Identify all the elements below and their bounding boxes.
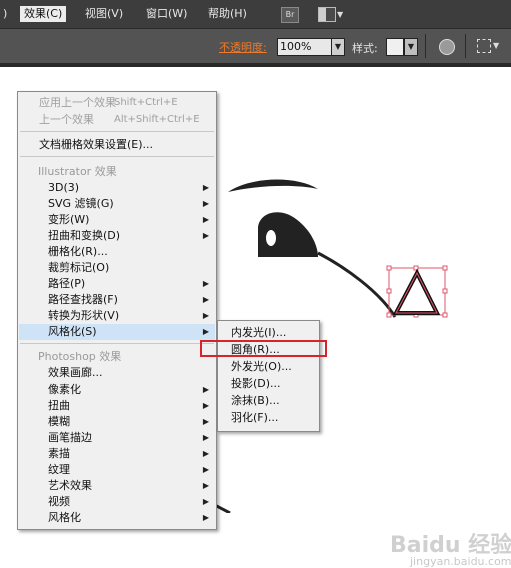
selection-handle <box>442 312 448 318</box>
menu-item-stylize-photoshop[interactable]: 风格化 ▶ <box>19 510 215 526</box>
menu-item-blur[interactable]: 模糊 ▶ <box>19 414 215 430</box>
menu-item-texture[interactable]: 纹理 ▶ <box>19 462 215 478</box>
eyebrow-shape <box>228 179 318 192</box>
submenu-arrow-icon: ▶ <box>202 417 209 426</box>
opacity-input[interactable]: 100% <box>277 38 333 56</box>
menu-item-sketch[interactable]: 素描 ▶ <box>19 446 215 462</box>
menu-item-pixelate[interactable]: 像素化 ▶ <box>19 382 215 398</box>
menu-item-brush-strokes[interactable]: 画笔描边 ▶ <box>19 430 215 446</box>
submenu-arrow-icon: ▶ <box>202 497 209 506</box>
menu-item-warp[interactable]: 变形(W) ▶ <box>19 212 215 228</box>
menu-item-video[interactable]: 视频 ▶ <box>19 494 215 510</box>
menu-help[interactable]: 帮助(H) <box>208 6 247 22</box>
shortcut-text: Alt+Shift+Ctrl+E <box>114 114 200 125</box>
submenu-arrow-icon: ▶ <box>202 215 209 224</box>
submenu-arrow-icon: ▶ <box>202 327 209 336</box>
menu-item-pathfinder[interactable]: 路径查找器(F) ▶ <box>19 292 215 308</box>
submenu-arrow-icon: ▶ <box>202 433 209 442</box>
submenu-arrow-icon: ▶ <box>202 279 209 288</box>
section-header-illustrator: Illustrator 效果 <box>38 165 117 178</box>
menu-item-convert-to-shape[interactable]: 转换为形状(V) ▶ <box>19 308 215 324</box>
menu-item-distort[interactable]: 扭曲 ▶ <box>19 398 215 414</box>
bridge-icon[interactable]: Br <box>281 7 299 23</box>
submenu-arrow-icon: ▶ <box>202 385 209 394</box>
menu-window[interactable]: 窗口(W) <box>146 6 187 22</box>
round-corners-callout <box>200 340 327 357</box>
watermark-url: jingyan.baidu.com <box>410 555 511 568</box>
menu-item-effect-gallery[interactable]: 效果画廊... <box>19 365 215 381</box>
submenu-arrow-icon: ▶ <box>202 311 209 320</box>
menu-item-raster-settings[interactable]: 文档栅格效果设置(E)... <box>19 137 215 153</box>
menu-separator <box>20 156 214 157</box>
transform-icon[interactable] <box>477 39 491 53</box>
menu-bar: ) 效果(C) 视图(V) 窗口(W) 帮助(H) Br ▼ <box>0 0 511 29</box>
menu-item-crop-marks[interactable]: 裁剪标记(O) <box>19 260 215 276</box>
graphic-style-swatch[interactable] <box>386 38 404 56</box>
menu-item-inner-glow[interactable]: 内发光(I)... <box>219 325 318 341</box>
submenu-arrow-icon: ▶ <box>202 465 209 474</box>
section-header-photoshop: Photoshop 效果 <box>38 350 122 363</box>
chevron-down-icon[interactable]: ▼ <box>493 41 499 50</box>
menu-view[interactable]: 视图(V) <box>85 6 123 22</box>
recolor-artwork-icon[interactable] <box>439 39 455 55</box>
artboard-canvas[interactable]: 应用上一个效果 Shift+Ctrl+E 上一个效果 Alt+Shift+Ctr… <box>0 67 511 568</box>
face-curve <box>317 251 397 318</box>
submenu-arrow-icon: ▶ <box>202 183 209 192</box>
opacity-dropdown-button[interactable]: ▼ <box>331 38 345 56</box>
menu-separator <box>20 343 214 344</box>
menu-item-stylize[interactable]: 风格化(S) ▶ <box>19 324 215 340</box>
style-dropdown-button[interactable]: ▼ <box>404 38 418 56</box>
effects-menu: 应用上一个效果 Shift+Ctrl+E 上一个效果 Alt+Shift+Ctr… <box>17 91 217 530</box>
menu-item-path[interactable]: 路径(P) ▶ <box>19 276 215 292</box>
arrange-documents-icon[interactable] <box>318 7 336 22</box>
submenu-arrow-icon: ▶ <box>202 199 209 208</box>
menu-item-drop-shadow[interactable]: 投影(D)... <box>219 376 318 392</box>
control-bar: 不透明度: 100% ▼ 样式: ▼ ▼ <box>0 29 511 63</box>
menu-separator <box>20 131 214 132</box>
submenu-arrow-icon: ▶ <box>202 231 209 240</box>
menu-item-3d[interactable]: 3D(3) ▶ <box>19 180 215 196</box>
menu-item-distort-transform[interactable]: 扭曲和变换(D) ▶ <box>19 228 215 244</box>
submenu-arrow-icon: ▶ <box>202 481 209 490</box>
divider <box>465 34 466 58</box>
menu-item-outer-glow[interactable]: 外发光(O)... <box>219 359 318 375</box>
menu-effects[interactable]: 效果(C) <box>20 6 67 22</box>
menu-item-artistic[interactable]: 艺术效果 ▶ <box>19 478 215 494</box>
divider <box>425 34 426 58</box>
style-label: 样式: <box>352 42 378 55</box>
menu-item-rasterize[interactable]: 栅格化(R)... <box>19 244 215 260</box>
triangle-path-outline <box>395 271 438 314</box>
submenu-arrow-icon: ▶ <box>202 401 209 410</box>
triangle-shape <box>392 268 441 315</box>
selection-handle <box>386 288 392 294</box>
submenu-arrow-icon: ▶ <box>202 449 209 458</box>
menu-item-last-effect[interactable]: 上一个效果 Alt+Shift+Ctrl+E <box>19 112 215 128</box>
selection-handle <box>442 288 448 294</box>
menu-item-svg-filters[interactable]: SVG 滤镜(G) ▶ <box>19 196 215 212</box>
opacity-label[interactable]: 不透明度: <box>219 39 267 55</box>
selection-handle <box>386 265 392 271</box>
submenu-arrow-icon: ▶ <box>202 513 209 522</box>
selection-handle <box>442 265 448 271</box>
stylize-submenu: 内发光(I)... 圆角(R)... 外发光(O)... 投影(D)... 涂抹… <box>217 320 320 432</box>
chevron-down-icon[interactable]: ▼ <box>337 10 343 19</box>
menu-item-feather[interactable]: 羽化(F)... <box>219 410 318 426</box>
selection-handle <box>386 312 392 318</box>
menu-item-apply-last-effect[interactable]: 应用上一个效果 Shift+Ctrl+E <box>19 95 215 111</box>
menu-partial-item[interactable]: ) <box>3 6 7 22</box>
shortcut-text: Shift+Ctrl+E <box>114 97 178 108</box>
submenu-arrow-icon: ▶ <box>202 295 209 304</box>
menu-item-scribble[interactable]: 涂抹(B)... <box>219 393 318 409</box>
eye-highlight <box>266 230 276 246</box>
